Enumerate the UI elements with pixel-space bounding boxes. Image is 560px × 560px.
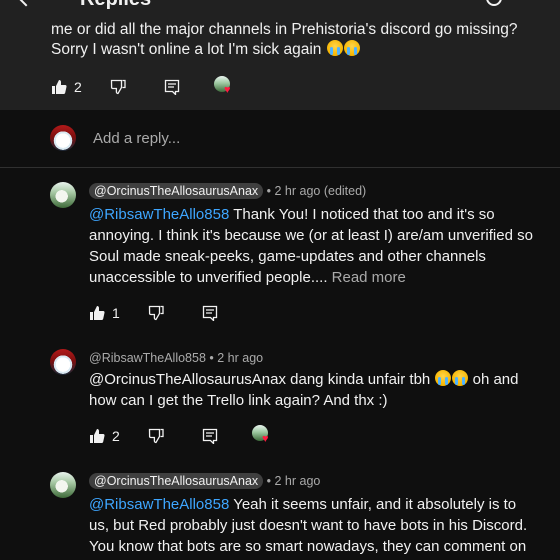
author-handle[interactable]: @OrcinusTheAllosaurusAnax <box>89 473 264 489</box>
comment-actions: 2 ♥ <box>89 424 289 448</box>
loudly-crying-emoji-icon <box>435 370 452 386</box>
like-count: 2 <box>74 79 82 95</box>
like-button[interactable]: 1 <box>89 301 120 325</box>
thumbs-down-icon <box>110 79 126 95</box>
reply-button[interactable] <box>164 75 180 99</box>
page-title: Replies <box>80 0 151 10</box>
creator-heart-icon: ♥ <box>252 425 272 445</box>
reply-comment: @OrcinusTheAllosaurusAnax • 2 hr ago (ed… <box>0 168 560 340</box>
comment-body: @RibsawTheAllo858 Yeah it seems unfair, … <box>89 496 528 555</box>
avatar[interactable] <box>50 349 76 375</box>
user-avatar <box>50 125 76 151</box>
author-handle[interactable]: @OrcinusTheAllosaurusAnax <box>89 183 264 199</box>
mention-link[interactable]: @OrcinusTheAllosaurusAnax <box>89 371 286 388</box>
add-reply-bar[interactable]: Add a reply... <box>0 111 560 167</box>
like-button[interactable]: 2 <box>51 75 82 99</box>
like-count: 1 <box>112 305 120 321</box>
mention-link[interactable]: @RibsawTheAllo858 <box>89 206 229 223</box>
like-button[interactable]: 2 <box>89 424 120 448</box>
like-count: 2 <box>112 428 120 444</box>
dislike-button[interactable] <box>148 301 164 325</box>
comment-body: @OrcinusTheAllosaurusAnax dang kinda unf… <box>89 370 519 409</box>
reply-comment-icon <box>202 428 218 444</box>
reply-comment-icon <box>202 305 218 321</box>
parent-comment-text: me or did all the major channels in Preh… <box>51 21 518 58</box>
reply-button[interactable] <box>202 424 218 448</box>
back-arrow-icon[interactable] <box>17 0 35 7</box>
author-handle[interactable]: @RibsawTheAllo858 <box>89 351 206 365</box>
loudly-crying-emoji-icon <box>343 40 360 56</box>
thumbs-down-icon <box>148 428 164 444</box>
thumbs-up-icon <box>89 428 105 444</box>
reply-comment: @RibsawTheAllo858 • 2 hr ago @OrcinusThe… <box>0 340 560 464</box>
dislike-button[interactable] <box>110 75 126 99</box>
timestamp: • 2 hr ago <box>266 474 321 488</box>
dislike-button[interactable] <box>148 424 164 448</box>
reply-button[interactable] <box>202 301 218 325</box>
parent-comment-actions: 2 ♥ <box>51 75 251 99</box>
timestamp: • 2 hr ago <box>209 351 264 365</box>
thumbs-up-icon <box>51 79 67 95</box>
timestamp: • 2 hr ago (edited) <box>266 184 367 198</box>
loudly-crying-emoji-icon <box>452 370 469 386</box>
avatar[interactable] <box>50 182 76 208</box>
comment-body: @RibsawTheAllo858 Thank You! I noticed t… <box>89 206 533 286</box>
top-app-bar: Replies <box>0 0 560 10</box>
reply-comment: @OrcinusTheAllosaurusAnax • 2 hr ago @Ri… <box>0 464 560 560</box>
loudly-crying-emoji-icon <box>326 40 343 56</box>
mention-link[interactable]: @RibsawTheAllo858 <box>89 496 229 513</box>
creator-heart-icon: ♥ <box>214 76 234 96</box>
reply-comment-icon <box>164 79 180 95</box>
parent-comment: me or did all the major channels in Preh… <box>0 10 560 110</box>
thumbs-up-icon <box>89 305 105 321</box>
comment-actions: 1 <box>89 301 289 325</box>
search-icon[interactable] <box>486 0 502 6</box>
avatar[interactable] <box>50 472 76 498</box>
read-more-link[interactable]: Read more <box>332 269 406 286</box>
add-reply-input[interactable]: Add a reply... <box>93 130 180 147</box>
thumbs-down-icon <box>148 305 164 321</box>
